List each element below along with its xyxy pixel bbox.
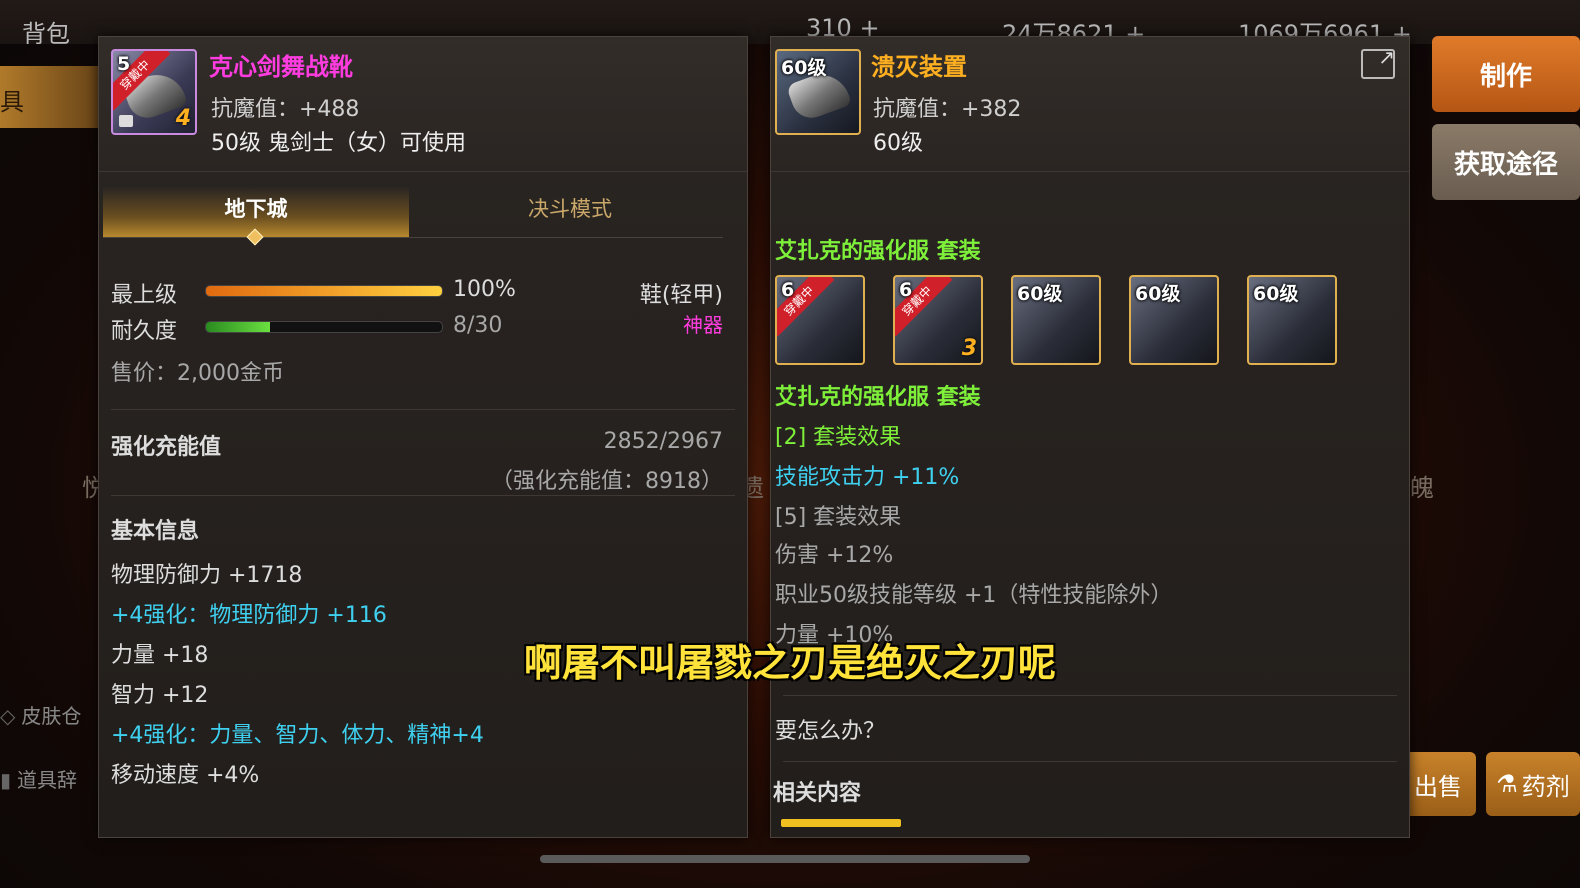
charge-label: 强化充能值 <box>111 435 222 460</box>
sell-button[interactable]: 出售 <box>1400 752 1476 816</box>
home-indicator <box>540 855 1030 863</box>
sell-label: 出售 <box>1414 772 1462 801</box>
divider <box>783 761 1397 762</box>
grade-value: 100% <box>453 277 516 302</box>
item-header: 穿戴中 5 4 克心剑舞战靴 抗魔值：+488 50级 鬼剑士（女）可使用 <box>99 37 747 172</box>
left-tab-label: 具 <box>0 88 24 116</box>
divider <box>783 695 1397 696</box>
set-item-slot[interactable]: 穿戴中 6 <box>775 275 865 365</box>
magic-resist: 抗魔值：+488 <box>211 97 360 122</box>
stat-line: 物理防御力 +1718 <box>111 563 303 588</box>
divider <box>111 409 735 410</box>
grade-label: 最上级 <box>111 283 178 308</box>
item-level-badge: 60级 <box>781 57 827 79</box>
compare-item-panel: 60级 溃灭装置 抗魔值：+382 60级 艾扎克的强化服 套装 穿戴中 6 穿… <box>770 36 1410 838</box>
set-title: 艾扎克的强化服 套装 <box>775 239 981 264</box>
tab-duel[interactable]: 决斗模式 <box>417 187 723 237</box>
stat-line: +4强化：物理防御力 +116 <box>111 603 387 628</box>
rarity-label: 神器 <box>683 313 723 337</box>
durability-bar-fill <box>206 322 270 332</box>
item-level-badge: 60级 <box>1253 283 1299 305</box>
skin-warehouse-button[interactable]: ◇ 皮肤仓 <box>0 700 98 740</box>
set-title-2: 艾扎克的强化服 套装 <box>775 385 981 410</box>
action-prompt: 要怎么办？ <box>775 719 886 744</box>
equipped-item-panel: 穿戴中 5 4 克心剑舞战靴 抗魔值：+488 50级 鬼剑士（女）可使用 地下… <box>98 36 748 838</box>
set-effect-5-line: 职业50级技能等级 +1（特性技能除外） <box>775 583 1173 608</box>
related-content-tab[interactable]: 相关内容 <box>773 775 861 807</box>
device-item-icon[interactable]: 60级 <box>775 49 861 135</box>
skin-warehouse-label: 皮肤仓 <box>21 704 82 728</box>
item-level-badge: 5 <box>117 53 131 75</box>
set-effect-5-title: [5] 套装效果 <box>775 505 902 530</box>
item-level-badge: 60级 <box>1017 283 1063 305</box>
stat-line: 移动速度 +4% <box>111 763 260 788</box>
charge-total: （强化充能值：8918） <box>491 469 723 494</box>
set-item-slot[interactable]: 穿戴中 6 3 <box>893 275 983 365</box>
enhance-level-badge: 4 <box>175 106 191 131</box>
stat-line: +4强化：力量、智力、体力、精神+4 <box>111 723 484 748</box>
item-type: 鞋(轻甲) <box>639 283 723 308</box>
related-tab-indicator <box>781 819 901 827</box>
mode-tabs: 地下城 决斗模式 <box>103 187 723 246</box>
set-item-slot[interactable]: 60级 <box>1011 275 1101 365</box>
set-effect-2-line: 技能攻击力 +11% <box>775 465 960 490</box>
item-name: 克心剑舞战靴 <box>209 53 353 81</box>
potion-icon: ⚗ <box>1496 770 1518 798</box>
magic-resist: 抗魔值：+382 <box>873 97 1022 122</box>
basic-info-title: 基本信息 <box>111 519 200 544</box>
bag-label: 背包 <box>22 20 70 48</box>
grade-bar-fill <box>206 286 442 296</box>
durability-bar <box>205 321 443 333</box>
item-level-badge: 6 <box>781 279 795 301</box>
share-icon[interactable] <box>1361 45 1395 79</box>
item-level: 60级 <box>873 131 923 156</box>
usage-requirement: 50级 鬼剑士（女）可使用 <box>211 131 466 156</box>
left-tab-active[interactable]: 具 <box>0 66 98 128</box>
lock-icon <box>119 115 133 127</box>
boots-item-icon[interactable]: 穿戴中 5 4 <box>111 49 197 135</box>
book-icon: ▮ <box>0 768 12 792</box>
grade-bar <box>205 285 443 297</box>
bg-text-right: 魄 <box>1410 474 1434 502</box>
item-level-badge: 60级 <box>1135 283 1181 305</box>
item-level-badge: 6 <box>899 279 913 301</box>
enhance-level-badge: 3 <box>961 336 977 361</box>
item-name: 溃灭装置 <box>871 53 967 81</box>
durability-label: 耐久度 <box>111 319 178 344</box>
item-dictionary-button[interactable]: ▮ 道具辞 <box>0 764 98 804</box>
durability-value: 8/30 <box>453 313 503 338</box>
set-item-slot[interactable]: 60级 <box>1247 275 1337 365</box>
video-subtitle: 啊屠不叫屠戮之刃是绝灭之刃呢 <box>523 641 1056 685</box>
divider <box>111 495 735 496</box>
get-source-button[interactable]: 获取途径 <box>1432 124 1580 200</box>
set-item-slot[interactable]: 60级 <box>1129 275 1219 365</box>
charge-value: 2852/2967 <box>603 429 723 454</box>
set-effect-5-line: 伤害 +12% <box>775 543 894 568</box>
chevron-left-icon: ◇ <box>0 704 16 728</box>
potion-button[interactable]: ⚗ 药剂 <box>1486 752 1580 816</box>
item-dictionary-label: 道具辞 <box>17 768 78 792</box>
potion-label: 药剂 <box>1521 772 1570 801</box>
sell-price: 售价：2,000金币 <box>111 361 284 386</box>
item-header: 60级 溃灭装置 抗魔值：+382 60级 <box>771 37 1409 172</box>
set-effect-2-title: [2] 套装效果 <box>775 425 902 450</box>
make-button[interactable]: 制作 <box>1432 36 1580 112</box>
